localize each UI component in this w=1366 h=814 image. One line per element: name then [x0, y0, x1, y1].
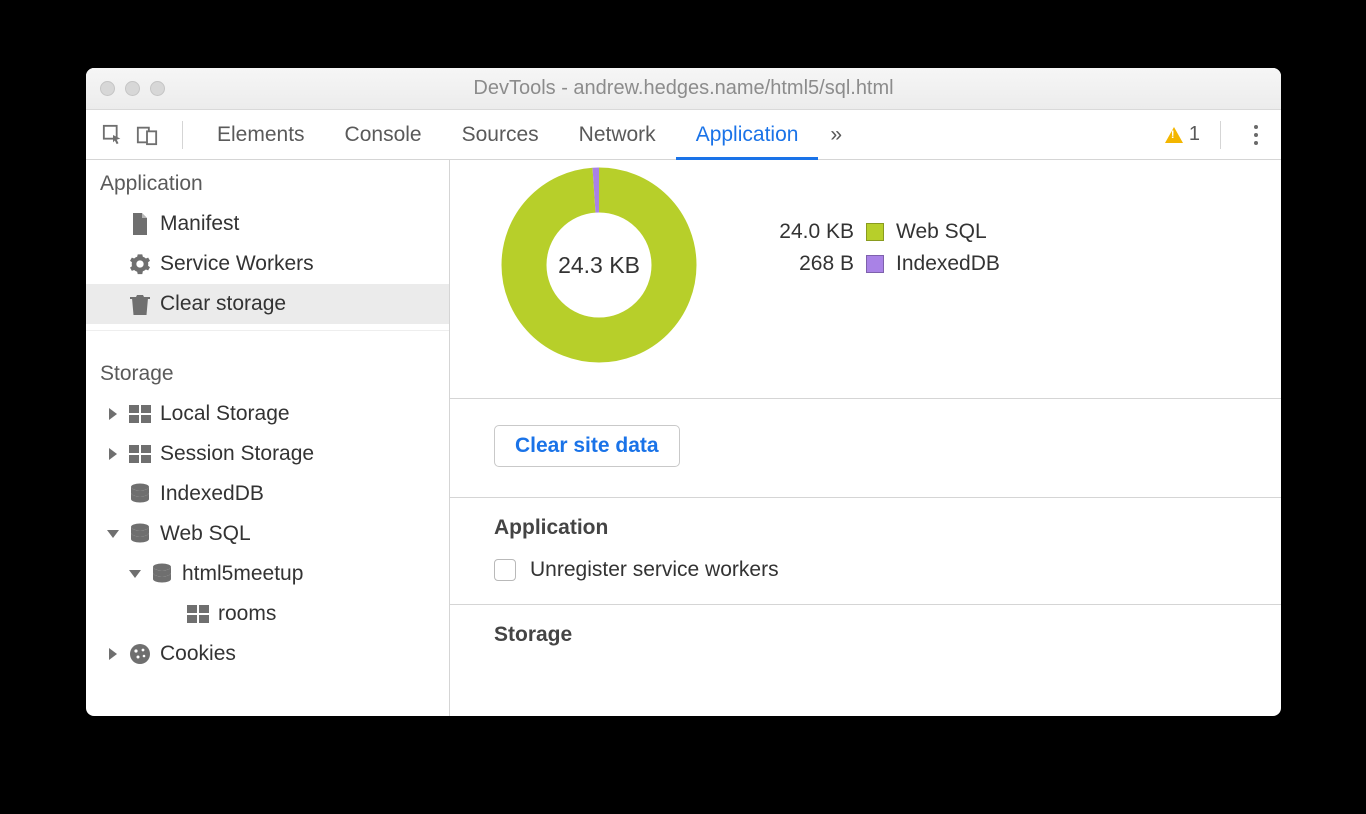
sidebar-item-session-storage[interactable]: Session Storage	[86, 434, 449, 474]
close-window-icon[interactable]	[100, 81, 115, 96]
chevron-right-icon	[109, 448, 117, 460]
chevron-down-icon	[129, 570, 141, 578]
unregister-sw-row[interactable]: Unregister service workers	[450, 554, 1281, 604]
sidebar-item-label: Session Storage	[160, 442, 314, 466]
window-title: DevTools - andrew.hedges.name/html5/sql.…	[86, 77, 1281, 100]
warning-count: 1	[1189, 123, 1200, 146]
section-application-heading: Application	[450, 498, 1281, 554]
chevron-right-icon	[109, 648, 117, 660]
sidebar-section-storage: Storage	[86, 350, 449, 394]
divider	[1220, 121, 1221, 149]
database-icon	[128, 482, 152, 506]
tab-application[interactable]: Application	[676, 110, 819, 160]
table-icon	[128, 442, 152, 466]
tabs-overflow-icon[interactable]: »	[818, 123, 854, 147]
chevron-right-icon	[109, 408, 117, 420]
settings-menu-icon[interactable]	[1245, 120, 1267, 150]
database-icon	[128, 522, 152, 546]
donut-chart: 24.3 KB	[494, 160, 704, 370]
tab-sources[interactable]: Sources	[442, 110, 559, 160]
sidebar-item-websql[interactable]: Web SQL	[86, 514, 449, 554]
sidebar: Application Manifest Service Workers	[86, 160, 450, 716]
cookie-icon	[128, 642, 152, 666]
section-storage-heading: Storage	[450, 605, 1281, 661]
sidebar-item-label: Service Workers	[160, 252, 314, 276]
gear-icon	[128, 252, 152, 276]
titlebar: DevTools - andrew.hedges.name/html5/sql.…	[86, 68, 1281, 110]
sidebar-section-application: Application	[86, 160, 449, 204]
tab-bar: Elements Console Sources Network Applica…	[86, 110, 1281, 160]
manifest-icon	[128, 212, 152, 236]
sidebar-item-label: IndexedDB	[160, 482, 264, 506]
body: Application Manifest Service Workers	[86, 160, 1281, 716]
tab-console[interactable]: Console	[325, 110, 442, 160]
chevron-down-icon	[107, 530, 119, 538]
chart-legend: 24.0 KB Web SQL 268 B IndexedDB	[764, 160, 1000, 284]
legend-size: 24.0 KB	[764, 220, 854, 244]
trash-icon	[128, 292, 152, 316]
legend-swatch	[866, 223, 884, 241]
checkbox[interactable]	[494, 559, 516, 581]
window-controls	[86, 81, 165, 96]
clear-site-data-button[interactable]: Clear site data	[494, 425, 680, 467]
inspect-element-icon[interactable]	[100, 122, 126, 148]
sidebar-item-service-workers[interactable]: Service Workers	[86, 244, 449, 284]
database-icon	[150, 562, 174, 586]
sidebar-item-label: Manifest	[160, 212, 239, 236]
storage-usage-chart: 24.3 KB 24.0 KB Web SQL 268 B IndexedDB	[450, 160, 1281, 398]
sidebar-item-cookies[interactable]: Cookies	[86, 634, 449, 674]
sidebar-item-websql-db[interactable]: html5meetup	[86, 554, 449, 594]
tab-elements[interactable]: Elements	[197, 110, 325, 160]
table-icon	[186, 602, 210, 626]
sidebar-item-label: Cookies	[160, 642, 236, 666]
sidebar-item-label: Local Storage	[160, 402, 290, 426]
sidebar-item-clear-storage[interactable]: Clear storage	[86, 284, 449, 324]
sidebar-item-label: Clear storage	[160, 292, 286, 316]
donut-center-label: 24.3 KB	[494, 160, 704, 370]
legend-swatch	[866, 255, 884, 273]
content-pane: 24.3 KB 24.0 KB Web SQL 268 B IndexedDB Cle…	[450, 160, 1281, 716]
checkbox-label: Unregister service workers	[530, 558, 779, 582]
divider	[182, 121, 183, 149]
sidebar-item-label: html5meetup	[182, 562, 303, 586]
sidebar-item-label: Web SQL	[160, 522, 251, 546]
legend-row: 268 B IndexedDB	[764, 252, 1000, 276]
device-toolbar-icon[interactable]	[134, 122, 160, 148]
legend-name: Web SQL	[896, 220, 987, 244]
sidebar-item-websql-table[interactable]: rooms	[86, 594, 449, 634]
zoom-window-icon[interactable]	[150, 81, 165, 96]
legend-size: 268 B	[764, 252, 854, 276]
tab-network[interactable]: Network	[559, 110, 676, 160]
sidebar-item-label: rooms	[218, 602, 276, 626]
warnings-badge[interactable]: 1	[1165, 123, 1206, 146]
sidebar-item-manifest[interactable]: Manifest	[86, 204, 449, 244]
legend-row: 24.0 KB Web SQL	[764, 220, 1000, 244]
warning-icon	[1165, 127, 1183, 143]
devtools-window: DevTools - andrew.hedges.name/html5/sql.…	[86, 68, 1281, 716]
minimize-window-icon[interactable]	[125, 81, 140, 96]
table-icon	[128, 402, 152, 426]
sidebar-item-indexeddb[interactable]: IndexedDB	[86, 474, 449, 514]
legend-name: IndexedDB	[896, 252, 1000, 276]
sidebar-item-local-storage[interactable]: Local Storage	[86, 394, 449, 434]
